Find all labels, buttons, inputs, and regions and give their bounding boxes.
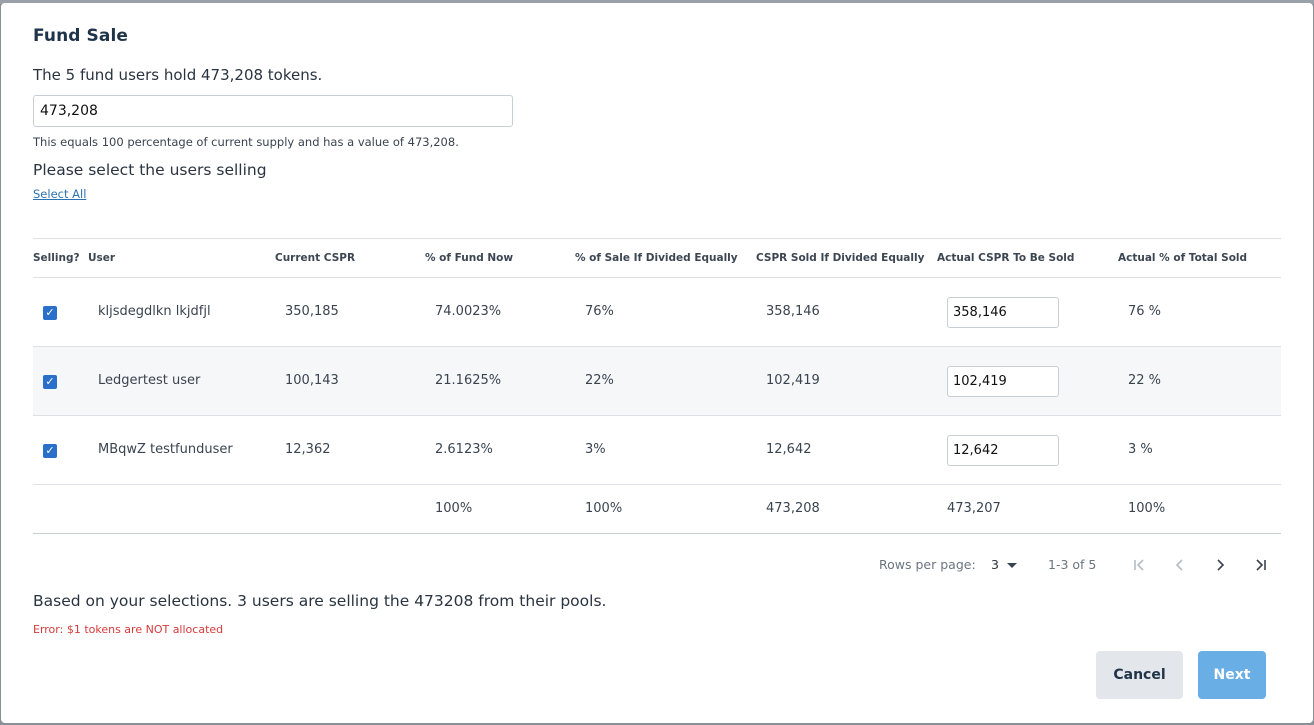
actual-pct: 3 % [1128,442,1153,457]
current-cspr: 100,143 [285,373,339,388]
table-pagination: Rows per page: 3 1-3 of 5 [1,555,1313,575]
table-row: ✓ kljsdegdlkn lkjdfjl 350,185 74.0023% 7… [33,278,1281,347]
sold-equal-value: 12,642 [766,442,812,457]
sold-equal-value: 102,419 [766,373,820,388]
total-actual-pct: 100% [1128,501,1166,516]
current-cspr: 12,362 [285,442,331,457]
fund-summary-text: The 5 fund users hold 473,208 tokens. [33,66,323,84]
table-header-row: Selling? User Current CSPR % of Fund Now… [33,238,1281,278]
selling-checkbox[interactable]: ✓ [43,444,57,458]
rows-per-page-select[interactable]: 3 [991,557,999,572]
sold-equal-value: 358,146 [766,304,820,319]
dialog-title: Fund Sale [33,26,129,46]
users-table: Selling? User Current CSPR % of Fund Now… [33,238,1281,534]
actual-pct: 76 % [1128,304,1162,319]
total-fund-now: 100% [435,501,473,516]
user-name: kljsdegdlkn lkjdfjl [98,304,211,319]
header-selling: Selling? [33,252,80,264]
last-page-icon[interactable] [1250,555,1270,575]
allocation-error-text: Error: $1 tokens are NOT allocated [33,623,224,636]
fund-now-pct: 21.1625% [435,373,502,388]
pagination-range: 1-3 of 5 [1048,557,1097,572]
table-row: ✓ Ledgertest user 100,143 21.1625% 22% 1… [33,347,1281,416]
header-sale-equal: % of Sale If Divided Equally [575,252,738,264]
total-sale-equal: 100% [585,501,623,516]
sale-equal-pct: 3% [585,442,606,457]
user-name: MBqwZ testfunduser [98,442,233,457]
current-cspr: 350,185 [285,304,339,319]
tokens-amount-input[interactable] [33,95,513,127]
caret-down-icon[interactable] [1007,563,1017,568]
rows-per-page-label: Rows per page: [879,557,976,572]
actual-sold-input[interactable] [947,366,1059,397]
total-actual-sold: 473,207 [947,501,1001,516]
select-all-link[interactable]: Select All [33,187,86,201]
sale-equal-pct: 76% [585,304,614,319]
selection-summary-text: Based on your selections. 3 users are se… [33,592,607,610]
header-actual-pct: Actual % of Total Sold [1118,252,1248,264]
user-name: Ledgertest user [98,373,201,388]
header-actual-sold: Actual CSPR To Be Sold [937,252,1075,264]
actual-pct: 22 % [1128,373,1162,388]
selling-checkbox[interactable]: ✓ [43,375,57,389]
header-current-cspr: Current CSPR [275,252,356,264]
select-users-heading: Please select the users selling [33,161,267,179]
previous-page-icon[interactable] [1170,555,1190,575]
next-button[interactable]: Next [1198,651,1266,699]
fund-now-pct: 2.6123% [435,442,493,457]
header-fund-now: % of Fund Now [425,252,514,264]
actual-sold-input[interactable] [947,297,1059,328]
total-sold-equal: 473,208 [766,501,820,516]
sale-equal-pct: 22% [585,373,614,388]
table-row: ✓ MBqwZ testfunduser 12,362 2.6123% 3% 1… [33,416,1281,485]
fund-now-pct: 74.0023% [435,304,502,319]
supply-equals-text: This equals 100 percentage of current su… [33,135,459,149]
fund-sale-dialog: Fund Sale The 5 fund users hold 473,208 … [1,3,1313,723]
header-user: User [88,252,116,264]
header-sold-equal: CSPR Sold If Divided Equally [756,252,925,264]
cancel-button[interactable]: Cancel [1096,651,1183,699]
totals-row: 100% 100% 473,208 473,207 100% [33,485,1281,534]
next-page-icon[interactable] [1210,555,1230,575]
selling-checkbox[interactable]: ✓ [43,306,57,320]
first-page-icon[interactable] [1130,555,1150,575]
actual-sold-input[interactable] [947,435,1059,466]
